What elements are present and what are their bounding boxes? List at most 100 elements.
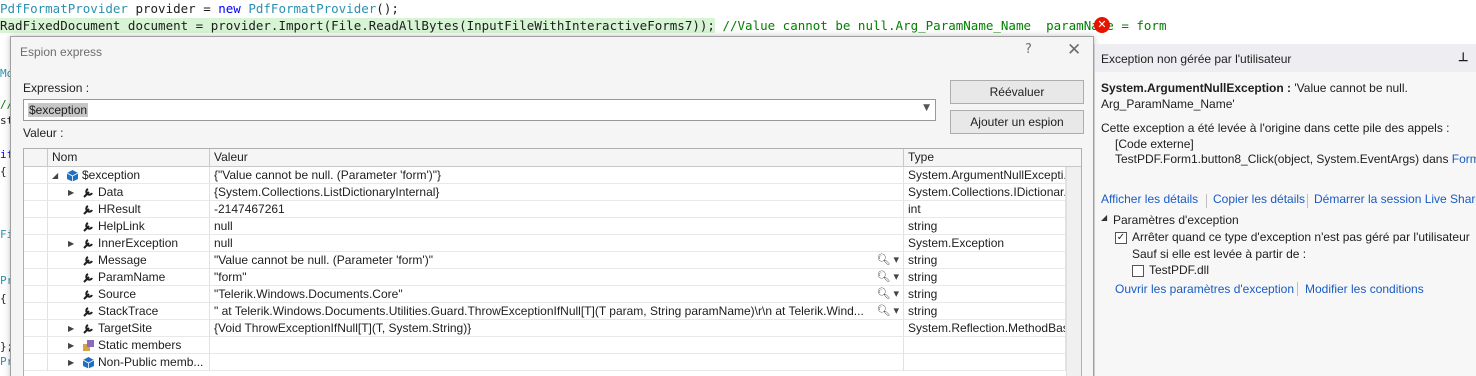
type-cell: string <box>904 269 1066 286</box>
add-watch-button[interactable]: Ajouter un espion <box>950 110 1084 134</box>
code-rest: (); <box>376 1 399 16</box>
expand-arrow-icon[interactable]: ▶ <box>68 235 74 251</box>
table-row[interactable]: ▶ TargetSite {Void ThrowExceptionIfNull[T]… <box>24 320 1081 337</box>
value-cell[interactable]: {Void ThrowExceptionIfNull[T](T, System.… <box>210 320 904 337</box>
wrench-icon <box>82 271 95 284</box>
name-cell[interactable]: HelpLink <box>48 218 210 235</box>
value-cell[interactable]: -2147467261 <box>210 201 904 218</box>
name-cell[interactable]: ▶ Static members <box>48 337 210 354</box>
help-icon[interactable]: ? <box>1025 42 1032 57</box>
row-name: Data <box>98 185 124 199</box>
reevaluate-button[interactable]: Réévaluer <box>950 80 1084 104</box>
exception-type: System.ArgumentNullException : <box>1101 81 1292 95</box>
row-value: "form" <box>214 270 247 284</box>
module-checkbox[interactable] <box>1132 265 1144 277</box>
value-label: Valeur : <box>23 126 64 140</box>
value-cell[interactable]: {System.Collections.ListDictionaryIntern… <box>210 184 904 201</box>
column-header-name[interactable]: Nom <box>48 149 210 167</box>
name-cell[interactable]: ◢ $exception <box>48 167 210 184</box>
name-cell[interactable]: StackTrace <box>48 303 210 320</box>
stack-frame-external: [Code externe] <box>1115 137 1194 151</box>
wrench-icon <box>82 220 95 233</box>
value-cell[interactable]: null <box>210 218 904 235</box>
chevron-down-icon[interactable]: ▼ <box>923 103 930 113</box>
magnifier-icon[interactable]: 🔍︎ ▾ <box>876 252 899 268</box>
link-separator <box>1297 282 1298 296</box>
name-cell[interactable]: ParamName <box>48 269 210 286</box>
table-row[interactable]: ▶ Data {System.Collections.ListDictionaryI… <box>24 184 1081 201</box>
table-row[interactable]: Source "Telerik.Windows.Documents.Core" 🔍︎… <box>24 286 1081 303</box>
table-row[interactable]: ▶ Non-Public memb... <box>24 354 1081 371</box>
value-cell[interactable] <box>210 354 904 371</box>
magnifier-icon[interactable]: 🔍︎ ▾ <box>876 303 899 319</box>
table-row[interactable]: ParamName "form" 🔍︎ ▾ string <box>24 269 1081 286</box>
row-gutter <box>24 184 48 201</box>
exception-message: System.ArgumentNullException : 'Value ca… <box>1101 81 1408 95</box>
source-link[interactable]: Form1 <box>1452 152 1476 166</box>
wrench-icon <box>82 186 95 199</box>
edit-conditions-link[interactable]: Modifier les conditions <box>1305 282 1424 296</box>
show-details-link[interactable]: Afficher les détails <box>1101 192 1198 206</box>
magnifier-icon[interactable]: 🔍︎ ▾ <box>876 269 899 285</box>
error-icon[interactable]: ✕ <box>1094 17 1110 33</box>
value-cell[interactable]: "Value cannot be null. (Parameter 'form'… <box>210 252 904 269</box>
value-cell[interactable]: {"Value cannot be null. (Parameter 'form… <box>210 167 904 184</box>
close-icon[interactable]: ✕ <box>1067 40 1081 60</box>
type-cell: int <box>904 201 1066 218</box>
collapse-arrow-icon[interactable]: ◢ <box>52 167 58 183</box>
expand-arrow-icon[interactable]: ▶ <box>68 354 74 370</box>
type-cell: System.ArgumentNullExcepti... <box>904 167 1066 184</box>
name-cell[interactable]: ▶ InnerException <box>48 235 210 252</box>
copy-details-link[interactable]: Copier les détails <box>1213 192 1305 206</box>
row-name: Non-Public memb... <box>98 355 204 369</box>
vertical-scrollbar[interactable] <box>1066 167 1081 376</box>
expression-input[interactable]: $exception ▼ <box>23 99 936 121</box>
name-cell[interactable]: ▶ Data <box>48 184 210 201</box>
table-row[interactable]: ◢ $exception {"Value cannot be null. (Para… <box>24 167 1081 184</box>
row-value: -2147467261 <box>214 202 285 216</box>
expand-arrow-icon[interactable]: ▶ <box>68 320 74 336</box>
wrench-icon <box>82 237 95 250</box>
table-row[interactable]: ▶ InnerException null System.Exception <box>24 235 1081 252</box>
column-header-type[interactable]: Type <box>904 149 1081 167</box>
break-on-exception-label: Arrêter quand ce type d'exception n'est … <box>1132 230 1470 244</box>
table-row[interactable]: ▶ Static members <box>24 337 1081 354</box>
expression-label: Expression : <box>23 81 90 95</box>
value-cell[interactable]: "form" 🔍︎ ▾ <box>210 269 904 286</box>
row-name: TargetSite <box>98 321 153 335</box>
magnifier-icon[interactable]: 🔍︎ ▾ <box>876 286 899 302</box>
exception-message-line2: Arg_ParamName_Name' <box>1101 97 1235 111</box>
table-row[interactable]: Message "Value cannot be null. (Parameter… <box>24 252 1081 269</box>
open-exception-settings-link[interactable]: Ouvrir les paramètres d'exception <box>1115 282 1294 296</box>
name-cell[interactable]: Message <box>48 252 210 269</box>
expand-arrow-icon[interactable]: ▶ <box>68 337 74 353</box>
grid-header-gutter <box>24 149 48 167</box>
row-value: {Void ThrowExceptionIfNull[T](T, System.… <box>214 321 472 335</box>
name-cell[interactable]: ▶ TargetSite <box>48 320 210 337</box>
table-row[interactable]: HResult -2147467261 int <box>24 201 1081 218</box>
value-cell[interactable]: " at Telerik.Windows.Documents.Utilities… <box>210 303 904 320</box>
column-header-value[interactable]: Valeur <box>210 149 904 167</box>
collapse-arrow-icon[interactable]: ◢ <box>1101 213 1107 222</box>
live-share-link[interactable]: Démarrer la session Live Share <box>1314 192 1476 206</box>
row-name: $exception <box>82 168 141 182</box>
expand-arrow-icon[interactable]: ▶ <box>68 184 74 200</box>
row-name: ParamName <box>98 270 166 284</box>
value-cell[interactable] <box>210 337 904 354</box>
table-row[interactable]: StackTrace " at Telerik.Windows.Documents… <box>24 303 1081 320</box>
pin-icon[interactable]: ⊥ <box>1458 50 1468 64</box>
wrench-icon <box>82 288 95 301</box>
row-name: Source <box>98 287 137 301</box>
code-line-1: PdfFormatProvider provider = new PdfForm… <box>0 0 399 17</box>
name-cell[interactable]: HResult <box>48 201 210 218</box>
name-cell[interactable]: ▶ Non-Public memb... <box>48 354 210 371</box>
name-cell[interactable]: Source <box>48 286 210 303</box>
table-row[interactable]: HelpLink null string <box>24 218 1081 235</box>
exception-message-text: 'Value cannot be null. <box>1291 81 1408 95</box>
value-cell[interactable]: null <box>210 235 904 252</box>
type-cell: string <box>904 303 1066 320</box>
exception-params-header: Paramètres d'exception <box>1113 213 1239 227</box>
type-cell: System.Collections.IDictionar... <box>904 184 1066 201</box>
break-on-exception-checkbox[interactable]: ✓ <box>1115 232 1127 244</box>
value-cell[interactable]: "Telerik.Windows.Documents.Core" 🔍︎ ▾ <box>210 286 904 303</box>
